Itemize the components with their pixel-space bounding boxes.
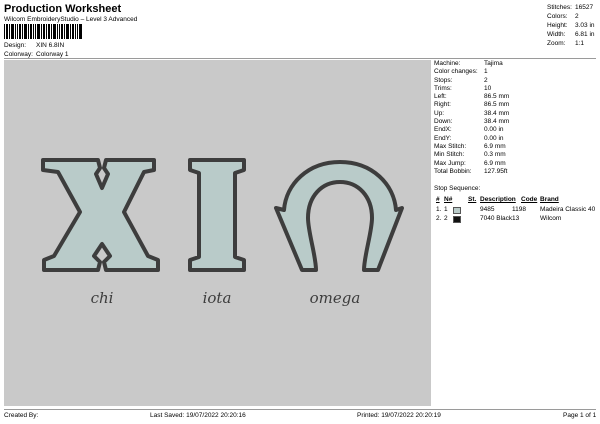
info-row: Machine: Tajima — [434, 60, 503, 67]
footer-last-saved: Last Saved: 19/07/2022 20:20:16 — [150, 412, 246, 419]
stop-cell-brand: Madeira Classic 40 — [540, 206, 596, 213]
header-divider — [4, 58, 596, 59]
footer-printed: Printed: 19/07/2022 20:20:19 — [357, 412, 441, 419]
info-row: Left: 86.5 mm — [434, 93, 510, 101]
caption-iota: iota — [203, 289, 232, 307]
info-row: Color changes: 1 — [434, 68, 488, 76]
stat-colors: Colors: 2 — [547, 13, 579, 20]
stop-cell-name: 9485 — [480, 206, 495, 213]
info-row: Stops: 2 — [434, 76, 488, 84]
letter-chi — [41, 158, 160, 272]
design-preview: chi iota omega — [4, 60, 431, 406]
stat-height: Height: 3.03 in — [547, 22, 595, 29]
stop-cell-n: 2 — [444, 215, 448, 222]
info-row: Up: 38.4 mm — [434, 109, 510, 117]
info-row: Max Jump: 6.9 mm — [434, 159, 506, 167]
footer-divider — [4, 409, 596, 410]
footer-page: Page 1 of 1 — [563, 412, 597, 419]
stop-cell-num: 1. — [436, 206, 442, 213]
stop-sequence-row: 1. 1 9485 1198 Madeira Classic 40 — [434, 205, 596, 214]
stop-cell-st: 1198 — [512, 206, 526, 213]
letter-iota — [188, 158, 246, 272]
caption-chi: chi — [91, 289, 114, 307]
stat-zoom: Zoom: 1:1 — [547, 40, 585, 47]
info-row: Right: 86.5 mm — [434, 101, 510, 109]
stop-cell-n: 1 — [444, 206, 448, 213]
design-canvas: chi iota omega — [41, 158, 404, 307]
stop-cell-name: 7040 Black — [480, 215, 513, 222]
stat-stitches: Stitches: 16527 — [547, 4, 594, 11]
thread-color-swatch — [453, 216, 461, 223]
stop-sequence-title: Stop Sequence: — [434, 185, 481, 192]
software-subtitle: Wilcom EmbroideryStudio – Level 3 Advanc… — [4, 16, 138, 23]
info-row: Down: 38.4 mm — [434, 118, 510, 126]
meta-row-design: Design: XIN 6.8IN — [4, 42, 65, 49]
caption-omega: omega — [310, 289, 361, 307]
info-row: Max Stitch: 6.9 mm — [434, 142, 506, 150]
stop-cell-num: 2. — [436, 215, 442, 222]
info-row: Trims: 10 — [434, 84, 492, 92]
design-stats: Stitches: 16527 Colors: 2 Height: 3.03 in W… — [547, 3, 595, 48]
barcode-image — [4, 24, 82, 39]
machine-info-panel: Machine: Tajima Color changes: 1 Stops: 2 Trim… — [434, 60, 596, 176]
info-row: Total Bobbin: 127.95ft — [434, 167, 508, 175]
footer-created-by: Created By: — [4, 412, 39, 419]
info-row: EndX: 0.00 in — [434, 126, 504, 134]
stop-cell-brand: Wilcom — [540, 215, 562, 222]
design-meta: Design: XIN 6.8IN Colorway: Colorway 1 — [4, 41, 69, 59]
letter-omega — [274, 160, 404, 272]
info-row: Min Stitch: 0.3 mm — [434, 151, 506, 159]
stop-cell-st: 13 — [512, 215, 520, 222]
thread-color-swatch — [453, 207, 461, 214]
info-row: EndY: 0.00 in — [434, 134, 504, 142]
stop-sequence-row: 2. 2 7040 Black 13 Wilcom — [434, 214, 596, 223]
stop-sequence-header: # N# St. Description Code Brand — [436, 196, 559, 203]
stat-width: Width: 6.81 in — [547, 31, 595, 38]
worksheet-title: Production Worksheet — [4, 3, 122, 15]
